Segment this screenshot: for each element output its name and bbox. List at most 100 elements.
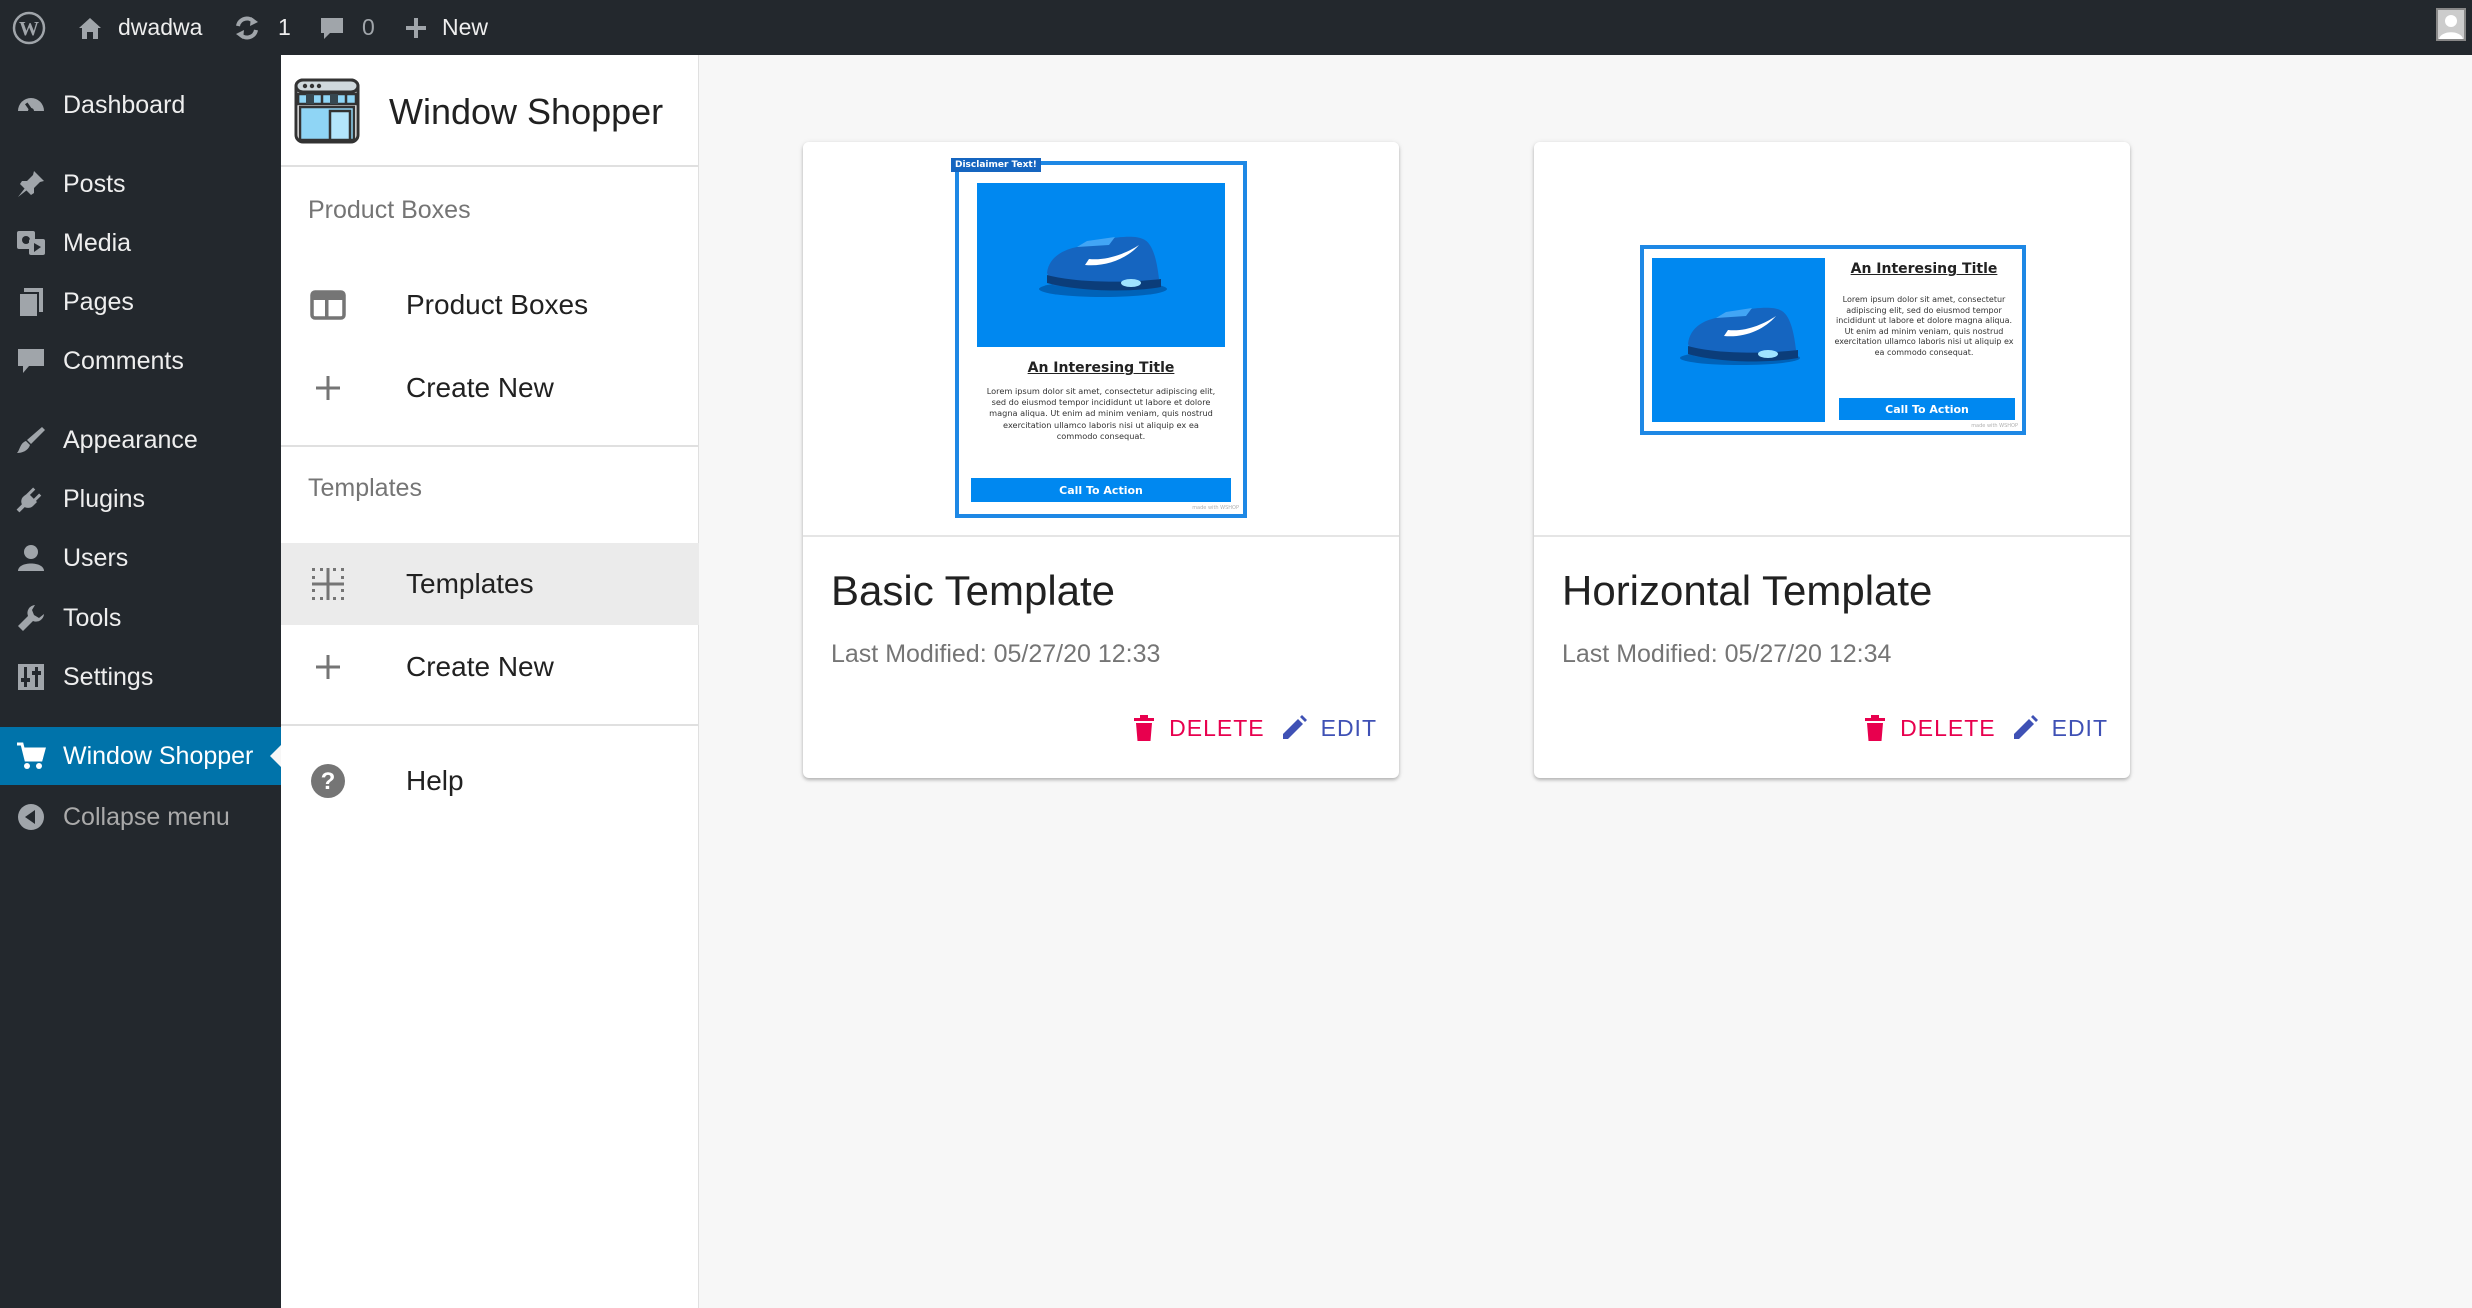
template-modified-date: Last Modified: 05/27/20 12:33 xyxy=(831,640,1161,668)
preview-product-image xyxy=(977,183,1225,347)
template-preview[interactable]: Disclaimer Text! An Interesing Title Lor… xyxy=(803,142,1399,537)
grid-icon xyxy=(308,564,348,604)
user-icon xyxy=(14,541,48,575)
pages-icon xyxy=(14,285,48,319)
nav-label: Product Boxes xyxy=(406,289,589,320)
nav-item-product-boxes[interactable]: Product Boxes xyxy=(281,264,699,346)
wordpress-logo-icon[interactable]: W xyxy=(12,0,46,55)
template-modified-date: Last Modified: 05/27/20 12:34 xyxy=(1562,640,1892,668)
menu-item-plugins[interactable]: Plugins xyxy=(0,471,281,527)
comment-icon xyxy=(318,14,346,42)
edit-label: EDIT xyxy=(1320,714,1377,741)
plugin-brand: Window Shopper xyxy=(281,55,699,167)
help-icon: ? xyxy=(308,761,348,801)
menu-item-media[interactable]: Media xyxy=(0,215,281,271)
menu-label: Window Shopper xyxy=(63,741,254,770)
plugin-navigation: Window Shopper Product Boxes Product Box… xyxy=(281,55,699,1308)
menu-label: Collapse menu xyxy=(63,802,230,831)
edit-label: EDIT xyxy=(2051,714,2108,741)
card-actions: DELETE EDIT xyxy=(1848,708,2108,748)
pencil-icon xyxy=(2012,715,2038,741)
template-title: Horizontal Template xyxy=(1562,567,1933,614)
product-box-preview: An Interesing Title Lorem ipsum dolor si… xyxy=(1640,245,2026,435)
menu-label: Media xyxy=(63,228,132,257)
media-icon xyxy=(14,226,48,260)
preview-product-image xyxy=(1652,258,1825,422)
updates-link[interactable]: 1 xyxy=(232,0,291,55)
section-header-templates: Templates xyxy=(308,474,422,502)
plus-icon xyxy=(404,16,428,40)
nav-label: Create New xyxy=(406,372,554,403)
updates-icon xyxy=(232,13,262,43)
preview-heading: An Interesing Title xyxy=(1850,261,1998,277)
preview-footer: made with WSHOP xyxy=(1971,423,2018,429)
menu-item-dashboard[interactable]: Dashboard xyxy=(0,77,281,133)
new-content-link[interactable]: New xyxy=(404,0,488,55)
nav-item-templates[interactable]: Templates xyxy=(281,543,699,625)
preview-heading: An Interesing Title xyxy=(1027,360,1175,376)
edit-button[interactable]: EDIT xyxy=(2012,715,2108,742)
preview-body-text: Lorem ipsum dolor sit amet, consectetur … xyxy=(1834,295,2014,357)
menu-item-window-shopper[interactable]: Window Shopper xyxy=(0,727,282,785)
preview-cta-button: Call To Action xyxy=(971,478,1231,502)
menu-label: Comments xyxy=(63,346,184,375)
pencil-icon xyxy=(1281,715,1307,741)
preview-body-text: Lorem ipsum dolor sit amet, consectetur … xyxy=(986,386,1216,441)
wrench-icon xyxy=(14,601,48,635)
collapse-menu-button[interactable]: Collapse menu xyxy=(0,789,281,845)
brush-icon xyxy=(14,423,48,457)
delete-button[interactable]: DELETE xyxy=(1864,715,1995,742)
svg-text:W: W xyxy=(19,18,39,40)
menu-item-tools[interactable]: Tools xyxy=(0,590,281,646)
section-header-product-boxes: Product Boxes xyxy=(308,196,471,224)
edit-button[interactable]: EDIT xyxy=(1281,715,1377,742)
comments-count: 0 xyxy=(362,14,375,40)
menu-item-users[interactable]: Users xyxy=(0,530,281,586)
menu-label: Pages xyxy=(63,287,134,316)
nav-item-create-product-box[interactable]: Create New xyxy=(281,347,699,429)
menu-label: Dashboard xyxy=(63,90,186,119)
plus-icon xyxy=(308,368,348,408)
template-card: An Interesing Title Lorem ipsum dolor si… xyxy=(1534,142,2130,778)
site-name-link[interactable]: dwadwa xyxy=(76,0,202,55)
nav-label: Templates xyxy=(406,568,534,599)
trash-icon xyxy=(1133,715,1155,741)
template-preview[interactable]: An Interesing Title Lorem ipsum dolor si… xyxy=(1534,142,2130,537)
home-icon xyxy=(76,14,104,42)
menu-item-comments[interactable]: Comments xyxy=(0,333,281,389)
divider xyxy=(281,445,699,447)
menu-item-posts[interactable]: Posts xyxy=(0,156,281,212)
delete-label: DELETE xyxy=(1169,714,1265,741)
plus-icon xyxy=(308,647,348,687)
plugin-title: Window Shopper xyxy=(389,91,664,132)
updates-count: 1 xyxy=(278,14,291,40)
menu-label: Plugins xyxy=(63,484,145,513)
avatar[interactable] xyxy=(2436,8,2466,41)
svg-text:?: ? xyxy=(321,768,336,795)
nav-item-create-template[interactable]: Create New xyxy=(281,626,699,708)
menu-label: Tools xyxy=(63,603,122,632)
menu-label: Users xyxy=(63,543,129,572)
preview-cta-button: Call To Action xyxy=(1839,398,2015,420)
pin-icon xyxy=(14,167,48,201)
menu-item-pages[interactable]: Pages xyxy=(0,274,281,330)
sliders-icon xyxy=(14,660,48,694)
product-box-preview: Disclaimer Text! An Interesing Title Lor… xyxy=(951,158,1247,518)
menu-label: Settings xyxy=(63,662,154,691)
web-layout-icon xyxy=(308,285,348,325)
nav-item-help[interactable]: ? Help xyxy=(281,740,699,822)
menu-item-settings[interactable]: Settings xyxy=(0,649,281,705)
collapse-icon xyxy=(14,800,48,834)
menu-item-appearance[interactable]: Appearance xyxy=(0,412,281,468)
menu-label: Appearance xyxy=(63,425,198,454)
preview-footer: made with WSHOP xyxy=(1192,505,1239,511)
menu-label: Posts xyxy=(63,169,126,198)
delete-button[interactable]: DELETE xyxy=(1133,715,1264,742)
divider xyxy=(281,724,699,726)
comments-link[interactable]: 0 xyxy=(318,0,375,55)
trash-icon xyxy=(1864,715,1886,741)
storefront-logo-icon xyxy=(293,77,361,145)
admin-bar: W dwadwa 1 0 New xyxy=(0,0,2472,55)
dashboard-icon xyxy=(14,88,48,122)
nav-label: Create New xyxy=(406,651,554,682)
